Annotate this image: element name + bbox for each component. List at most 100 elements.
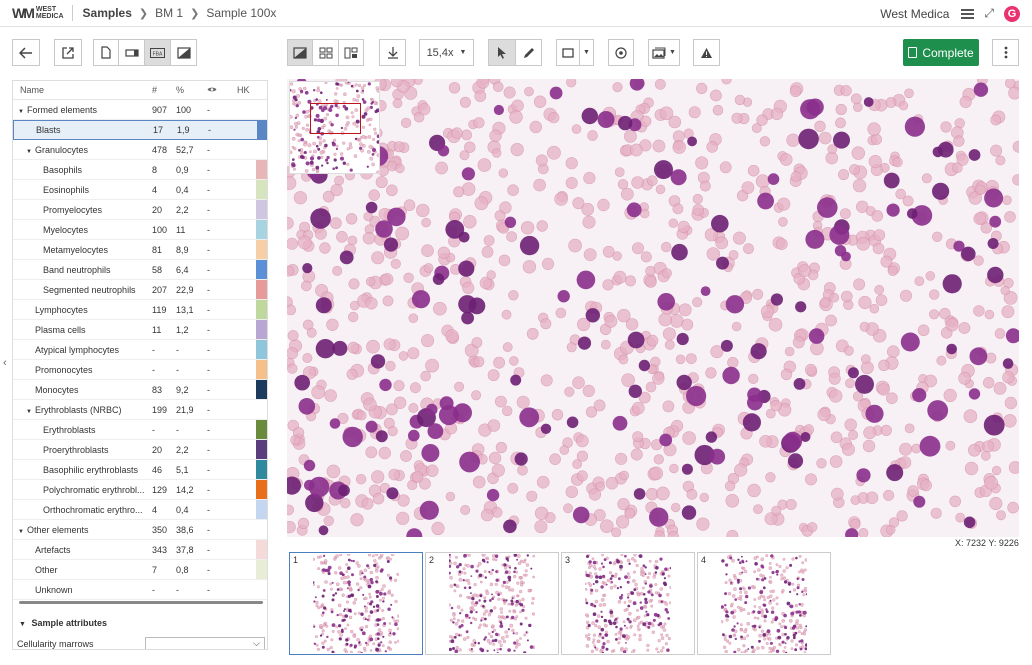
table-row[interactable]: ▼ Other elements 350 38,6 - bbox=[13, 520, 267, 540]
row-visibility[interactable]: - bbox=[207, 565, 237, 575]
table-row[interactable]: Artefacts 343 37,8 - bbox=[13, 540, 267, 560]
warning-button[interactable] bbox=[693, 39, 720, 66]
row-visibility[interactable]: - bbox=[207, 385, 237, 395]
image-tool-button[interactable]: ▼ bbox=[648, 39, 680, 66]
row-visibility[interactable]: - bbox=[207, 365, 237, 375]
table-row[interactable]: Promonocytes - - - bbox=[13, 360, 267, 380]
color-swatch[interactable] bbox=[256, 240, 267, 259]
grid-view-button[interactable] bbox=[312, 39, 339, 66]
more-button[interactable] bbox=[992, 39, 1019, 66]
row-visibility[interactable]: - bbox=[207, 445, 237, 455]
target-tool-button[interactable] bbox=[608, 39, 634, 66]
color-swatch[interactable] bbox=[256, 500, 267, 519]
row-visibility[interactable]: - bbox=[207, 145, 237, 155]
minimap-viewport[interactable] bbox=[310, 103, 361, 134]
logo[interactable]: WM WEST MEDICA bbox=[12, 5, 64, 21]
breadcrumb-bm1[interactable]: BM 1 bbox=[155, 6, 183, 20]
row-visibility[interactable]: - bbox=[207, 405, 237, 415]
row-visibility[interactable]: - bbox=[207, 185, 237, 195]
back-button[interactable] bbox=[12, 39, 40, 66]
row-visibility[interactable]: - bbox=[207, 225, 237, 235]
table-row[interactable]: Myelocytes 100 11 - bbox=[13, 220, 267, 240]
color-swatch[interactable] bbox=[256, 200, 267, 219]
color-swatch[interactable] bbox=[256, 540, 267, 559]
fullscreen-icon[interactable]: ⤢ bbox=[984, 6, 994, 21]
slide-viewer[interactable] bbox=[287, 79, 1019, 537]
table-row[interactable]: Plasma cells 11 1,2 - bbox=[13, 320, 267, 340]
menu-icon[interactable] bbox=[961, 8, 975, 19]
thumbnail-4[interactable]: 4 bbox=[697, 552, 831, 655]
row-visibility[interactable]: - bbox=[207, 525, 237, 535]
row-visibility[interactable]: - bbox=[208, 125, 238, 135]
color-swatch[interactable] bbox=[256, 280, 267, 299]
zoom-select[interactable]: 15,4x ▼ bbox=[419, 39, 474, 66]
complete-button[interactable]: Complete bbox=[903, 39, 979, 66]
table-row[interactable]: Blasts 17 1,9 - bbox=[13, 120, 267, 140]
color-swatch[interactable] bbox=[256, 580, 267, 599]
breadcrumb-samples[interactable]: Samples bbox=[83, 6, 132, 20]
col-name[interactable]: Name bbox=[13, 85, 152, 95]
table-row[interactable]: Band neutrophils 58 6,4 - bbox=[13, 260, 267, 280]
table-row[interactable]: ▼ Granulocytes 478 52,7 - bbox=[13, 140, 267, 160]
avatar[interactable]: G bbox=[1004, 5, 1020, 22]
page-view-button[interactable] bbox=[93, 39, 119, 66]
color-swatch[interactable] bbox=[256, 440, 267, 459]
color-swatch[interactable] bbox=[256, 160, 267, 179]
cellularity-select[interactable]: ⌵ bbox=[145, 637, 265, 649]
col-pct[interactable]: % bbox=[176, 85, 207, 95]
table-row[interactable]: Monocytes 83 9,2 - bbox=[13, 380, 267, 400]
color-swatch[interactable] bbox=[256, 560, 267, 579]
caret-down-icon[interactable]: ▼ bbox=[26, 409, 32, 415]
table-row[interactable]: Other 7 0,8 - bbox=[13, 560, 267, 580]
color-swatch[interactable] bbox=[256, 260, 267, 279]
sample-attributes-header[interactable]: ▼ Sample attributes bbox=[19, 618, 107, 628]
table-row[interactable]: Basophilic erythroblasts 46 5,1 - bbox=[13, 460, 267, 480]
eye-icon[interactable] bbox=[207, 85, 237, 95]
table-row[interactable]: Metamyelocytes 81 8,9 - bbox=[13, 240, 267, 260]
horizontal-scrollbar[interactable] bbox=[19, 601, 263, 604]
pen-tool-button[interactable] bbox=[515, 39, 542, 66]
row-visibility[interactable]: - bbox=[207, 325, 237, 335]
table-row[interactable]: Orthochromatic erythro... 4 0,4 - bbox=[13, 500, 267, 520]
row-visibility[interactable]: - bbox=[207, 105, 237, 115]
slide-view-button[interactable] bbox=[118, 39, 145, 66]
table-row[interactable]: Eosinophils 4 0,4 - bbox=[13, 180, 267, 200]
table-row[interactable]: ▼ Erythroblasts (NRBC) 199 21,9 - bbox=[13, 400, 267, 420]
row-visibility[interactable]: - bbox=[207, 505, 237, 515]
single-view-button[interactable] bbox=[287, 39, 313, 66]
caret-down-icon[interactable]: ▼ bbox=[18, 109, 24, 115]
table-row[interactable]: Lymphocytes 119 13,1 - bbox=[13, 300, 267, 320]
table-row[interactable]: Promyelocytes 20 2,2 - bbox=[13, 200, 267, 220]
row-visibility[interactable]: - bbox=[207, 465, 237, 475]
color-swatch[interactable] bbox=[256, 360, 267, 379]
color-swatch[interactable] bbox=[256, 420, 267, 439]
table-row[interactable]: ▼ Formed elements 907 100 - bbox=[13, 100, 267, 120]
slide-image[interactable] bbox=[287, 79, 1019, 537]
pointer-tool-button[interactable] bbox=[488, 39, 516, 66]
row-visibility[interactable]: - bbox=[207, 245, 237, 255]
fba-view-button[interactable]: FBA bbox=[144, 39, 171, 66]
table-row[interactable]: Atypical lymphocytes - - - bbox=[13, 340, 267, 360]
thumbnail-2[interactable]: 2 bbox=[425, 552, 559, 655]
contrast-view-button[interactable] bbox=[170, 39, 197, 66]
color-swatch[interactable] bbox=[256, 380, 267, 399]
color-swatch[interactable] bbox=[256, 480, 267, 499]
caret-down-icon[interactable]: ▼ bbox=[18, 529, 24, 535]
color-swatch[interactable] bbox=[256, 320, 267, 339]
color-swatch[interactable] bbox=[256, 300, 267, 319]
color-swatch[interactable] bbox=[256, 340, 267, 359]
table-row[interactable]: Proerythroblasts 20 2,2 - bbox=[13, 440, 267, 460]
color-swatch[interactable] bbox=[257, 121, 267, 140]
color-swatch[interactable] bbox=[256, 220, 267, 239]
col-hk[interactable]: HK bbox=[237, 85, 257, 95]
row-visibility[interactable]: - bbox=[207, 485, 237, 495]
thumbnail-3[interactable]: 3 bbox=[561, 552, 695, 655]
download-button[interactable] bbox=[379, 39, 406, 66]
col-count[interactable]: # bbox=[152, 85, 176, 95]
table-row[interactable]: Unknown - - - bbox=[13, 580, 267, 600]
row-visibility[interactable]: - bbox=[207, 345, 237, 355]
row-visibility[interactable]: - bbox=[207, 205, 237, 215]
row-visibility[interactable]: - bbox=[207, 425, 237, 435]
rectangle-tool-dropdown[interactable]: ▼ bbox=[579, 39, 594, 66]
color-swatch[interactable] bbox=[256, 180, 267, 199]
